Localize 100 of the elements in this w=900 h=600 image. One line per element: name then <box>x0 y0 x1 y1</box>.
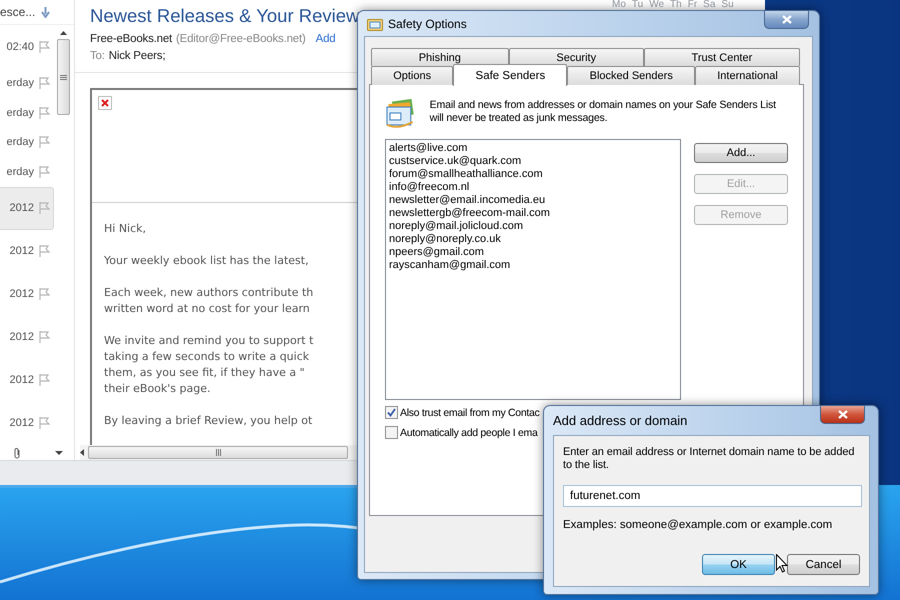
body-text-line: taking a few seconds to write a quick <box>104 349 310 365</box>
flag-icon <box>38 76 51 90</box>
message-date: 2012 <box>10 374 34 386</box>
cancel-button[interactable]: Cancel <box>787 554 860 575</box>
message-row[interactable]: 2012 <box>0 316 54 359</box>
list-item[interactable]: newslettergb@freecom-mail.com <box>389 207 677 220</box>
tab[interactable]: International <box>695 66 800 85</box>
tab[interactable]: Options <box>371 66 454 85</box>
ok-button[interactable]: OK <box>702 554 775 575</box>
list-item[interactable]: noreply@noreply.co.uk <box>389 233 677 246</box>
list-item[interactable]: info@freecom.nl <box>389 181 677 194</box>
message-row[interactable]: 2012 <box>0 358 54 402</box>
message-row[interactable]: 02:40 <box>0 25 54 68</box>
message-date: 2012 <box>10 331 34 344</box>
tab[interactable]: Security <box>508 48 644 66</box>
flag-icon <box>38 330 51 344</box>
checkbox[interactable] <box>385 406 398 419</box>
email-subject: Newest Releases & Your Review <box>90 4 360 28</box>
up-arrow-icon[interactable] <box>60 31 66 35</box>
list-item[interactable]: custservice.uk@quark.com <box>389 155 677 168</box>
weekday-label: Tu <box>632 0 644 10</box>
message-row[interactable]: 2012 <box>0 230 54 273</box>
flag-icon <box>38 135 51 150</box>
tab[interactable]: Blocked Senders <box>567 66 696 85</box>
message-row[interactable]: erday <box>0 68 54 98</box>
flag-icon <box>38 416 51 430</box>
message-date: erday <box>6 166 34 178</box>
close-icon <box>838 410 848 419</box>
list-button[interactable]: Add... <box>694 143 788 163</box>
flag-icon <box>38 164 51 179</box>
tab[interactable]: Safe Senders <box>453 64 568 86</box>
weekday-label: Mo <box>612 0 626 10</box>
list-item[interactable]: noreply@mail.jolicloud.com <box>389 220 677 233</box>
add-contact-link[interactable]: Add <box>316 33 336 45</box>
flag-icon <box>38 244 51 258</box>
message-date: erday <box>6 76 34 89</box>
message-row[interactable]: 2012 <box>0 186 54 230</box>
message-row[interactable]: erday <box>0 127 54 158</box>
scrollbar-thumb[interactable] <box>56 39 70 115</box>
checkbox-label: Also trust email from my Contac <box>400 406 540 418</box>
prompt-text: Enter an email address or Internet domain name to be added to the list. <box>563 446 856 472</box>
checkbox[interactable] <box>385 426 398 439</box>
dialog-title: Safety Options <box>388 16 467 30</box>
weekday-label: Su <box>721 0 734 10</box>
body-text-line: written word at no cost for your learn <box>104 301 310 317</box>
flag-icon <box>38 40 51 54</box>
sort-label[interactable]: esce... <box>0 5 36 19</box>
grip-icon <box>216 449 220 456</box>
weekday-label: Th <box>670 0 682 10</box>
checkbox-label: Automatically add people I ema <box>400 426 538 438</box>
body-text-line: their eBook's page. <box>104 381 210 397</box>
message-row[interactable]: erday <box>0 98 54 128</box>
envelope-icon <box>367 16 383 30</box>
address-input-field[interactable]: futurenet.com <box>563 485 862 507</box>
message-date: 2012 <box>10 202 34 214</box>
description-text: Email and news from addresses or domain names on your Safe Senders List will never be treated as junk messages. <box>430 99 777 126</box>
flag-icon <box>38 201 51 216</box>
weekday-label: We <box>649 0 664 10</box>
body-text-line: By leaving a brief Review, you help ot <box>104 413 312 429</box>
body-text-line: Your weekly ebook list has the latest, <box>104 253 309 269</box>
safe-senders-list[interactable] <box>385 139 681 400</box>
tab[interactable]: Trust Center <box>644 48 800 66</box>
list-item[interactable]: newsletter@email.incomedia.eu <box>389 194 677 207</box>
message-row[interactable]: 2012 <box>0 402 54 445</box>
body-text-line: Each week, new authors contribute th <box>104 285 314 301</box>
message-row[interactable]: erday <box>0 157 54 187</box>
message-date: erday <box>6 136 34 148</box>
left-arrow-icon[interactable] <box>80 449 84 456</box>
message-date: 2012 <box>10 417 34 430</box>
tab[interactable]: Phishing <box>371 48 509 66</box>
weekday-label: Sa <box>703 0 716 10</box>
list-item[interactable]: npeers@gmail.com <box>389 246 677 259</box>
flag-icon <box>38 373 51 388</box>
message-row[interactable]: 2012 <box>0 272 54 316</box>
weekday-label: Fr <box>688 0 698 10</box>
caret-icon[interactable] <box>55 450 63 454</box>
paperclip-icon <box>14 446 21 458</box>
sender-name: Free-eBooks.net <box>90 33 172 45</box>
recipient-name: Nick Peers; <box>108 50 166 62</box>
message-date: 2012 <box>10 288 34 300</box>
scrollbar-thumb[interactable] <box>88 446 348 459</box>
flag-icon <box>38 106 51 120</box>
grip-icon <box>60 74 66 80</box>
message-date: 02:40 <box>6 40 34 53</box>
list-item[interactable]: alerts@live.com <box>389 142 677 155</box>
message-date: 2012 <box>10 245 34 258</box>
body-text-line: We invite and remind you to support t <box>104 333 314 349</box>
body-text-line: Hi Nick, <box>104 221 146 237</box>
sender-address: (Editor@Free-eBooks.net) <box>176 33 306 45</box>
mouse-pointer-icon <box>776 554 788 573</box>
examples-text: Examples: someone@example.com or example.com <box>563 519 834 532</box>
list-item[interactable]: forum@smallheathalliance.com <box>389 168 677 181</box>
close-button[interactable] <box>820 405 865 424</box>
close-icon <box>782 15 792 24</box>
down-arrow-icon <box>41 6 50 18</box>
body-text-line: them, as you see fit, if they have a " <box>104 365 305 381</box>
broken-image-icon <box>98 96 112 110</box>
message-date: erday <box>6 106 34 119</box>
close-button[interactable] <box>764 10 809 29</box>
list-item[interactable]: rayscanham@gmail.com <box>389 259 677 272</box>
